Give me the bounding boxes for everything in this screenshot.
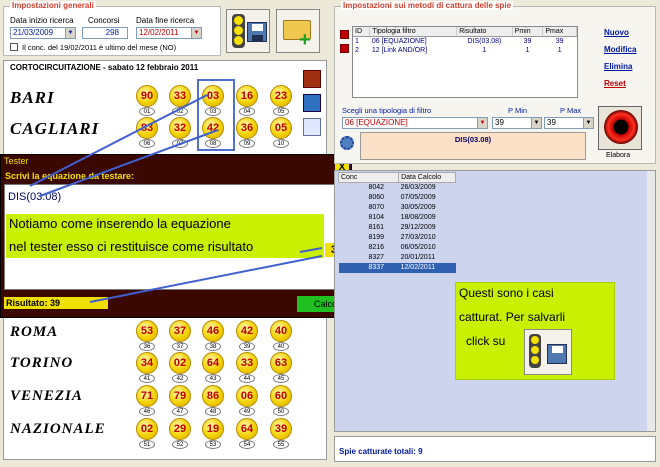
formula-box: DIS(03.08)	[360, 132, 586, 160]
table-row[interactable]: 1 06 [EQUAZIONE] DIS(03.08) 39 39	[353, 37, 577, 47]
table-cell: 07/05/2009	[400, 194, 436, 201]
column-header[interactable]: Pmax	[542, 27, 577, 37]
chevron-down-icon[interactable]: ▼	[583, 118, 593, 128]
table-row[interactable]: 2 12 [Link AND/OR] 1 1 1	[353, 46, 577, 55]
table-cell: 39	[523, 38, 532, 45]
table-cell: 8216	[368, 244, 385, 251]
gear-icon[interactable]	[340, 136, 354, 150]
captures-table: Conc Data Calcolo 8042 26/03/2009 8060 07/05/…	[337, 172, 456, 273]
pmin-label: P Min	[508, 106, 528, 115]
column-header[interactable]: Pmin	[512, 27, 544, 37]
elabora-button[interactable]	[598, 106, 642, 150]
table-row[interactable]: 8337 12/02/2011	[338, 263, 456, 273]
save-icon-illustration	[524, 329, 572, 375]
captures-total: Spie catturate totali: 9	[339, 447, 423, 456]
captures-note: Questi sono i casi catturat. Per salvarl…	[455, 282, 615, 380]
filter-label: Scegli una tipologia di filtro	[342, 106, 432, 115]
table-cell: 8327	[368, 254, 385, 261]
table-row[interactable]: 8161 29/12/2009	[339, 223, 456, 233]
table-cell: 30/05/2009	[400, 204, 436, 211]
table-cell: DIS(03.08)	[467, 38, 502, 45]
delete-button[interactable]: Elimina	[604, 62, 632, 71]
pmin-value: 39	[495, 118, 504, 127]
table-row[interactable]: 8327 20/01/2011	[339, 253, 456, 263]
remove-row-icon[interactable]	[340, 44, 349, 53]
table-row[interactable]: 8070 30/05/2009	[339, 203, 456, 213]
traffic-light-icon	[529, 334, 541, 368]
captures-note-line3: click su	[466, 334, 506, 348]
column-header[interactable]: Tipologia filtro	[369, 27, 458, 37]
table-cell: 8060	[368, 194, 385, 201]
table-row[interactable]: 8199 27/03/2010	[339, 233, 456, 243]
column-header[interactable]: Data Calcolo	[398, 172, 456, 183]
chevron-down-icon[interactable]: ▼	[477, 118, 487, 128]
new-button[interactable]: Nuovo	[604, 28, 629, 37]
pmax-label: P Max	[560, 106, 582, 115]
power-icon	[604, 110, 638, 144]
table-row[interactable]: 8104 18/08/2009	[339, 213, 456, 223]
table-cell: 1	[355, 38, 359, 45]
spy-settings-title: Impostazioni sui metodi di cattura delle…	[341, 1, 514, 10]
chevron-down-icon[interactable]: ▼	[531, 118, 541, 128]
column-header[interactable]: ID	[353, 27, 371, 37]
table-row[interactable]: 8216 06/05/2010	[339, 243, 456, 253]
scrollbar[interactable]	[647, 171, 655, 431]
table-cell: 20/01/2011	[400, 254, 436, 261]
table-header-row: ID Tipologia filtro Risultato Pmin Pmax	[353, 27, 577, 37]
column-header[interactable]: Risultato	[456, 27, 513, 37]
table-header-row: Conc Data Calcolo	[337, 172, 456, 183]
table-cell: 1	[525, 47, 530, 54]
floppy-disk-icon	[547, 344, 567, 364]
table-row[interactable]: 8060 07/05/2009	[339, 193, 456, 203]
column-header[interactable]: Conc	[337, 172, 400, 183]
table-cell: 1	[557, 47, 562, 54]
pmax-select[interactable]: 39 ▼	[544, 117, 594, 129]
elabora-label: Elabora	[606, 152, 631, 159]
add-row-icon[interactable]	[340, 30, 349, 39]
table-cell: 06/05/2010	[400, 244, 436, 251]
table-row[interactable]: 8042 26/03/2009	[339, 183, 456, 194]
table-cell: 8161	[368, 224, 385, 231]
table-cell: 1	[482, 47, 487, 54]
reset-button[interactable]: Reset	[604, 79, 626, 88]
table-cell: 8199	[368, 234, 385, 241]
table-cell: 29/12/2009	[400, 224, 436, 231]
table-cell: 2	[355, 47, 359, 54]
table-cell: 8337	[368, 264, 385, 271]
table-cell: 8104	[368, 214, 385, 221]
status-bar: Spie catturate totali: 9	[334, 436, 656, 462]
table-cell: 39	[555, 38, 564, 45]
captures-note-line1: Questi sono i casi	[459, 286, 554, 300]
pmin-select[interactable]: 39 ▼	[492, 117, 542, 129]
table-cell: 18/08/2009	[400, 214, 436, 221]
table-cell: 8042	[368, 184, 385, 191]
spy-filter-table: ID Tipologia filtro Risultato Pmin Pmax 1 06 […	[352, 26, 578, 98]
table-cell: 12/02/2011	[400, 264, 436, 271]
pmax-value: 39	[547, 118, 556, 127]
filter-select[interactable]: 06 [EQUAZIONE] ▼	[342, 117, 488, 129]
table-cell: 27/03/2010	[400, 234, 436, 241]
captures-note-line2: catturat. Per salvarli	[459, 310, 566, 324]
table-cell: 06 [EQUAZIONE]	[371, 38, 427, 45]
table-cell: 26/03/2009	[400, 184, 436, 191]
filter-select-value: 06 [EQUAZIONE]	[345, 118, 408, 127]
formula-text: DIS(03.08)	[454, 135, 492, 144]
table-cell: 12 [Link AND/OR]	[371, 47, 428, 54]
table-cell: 8070	[368, 204, 385, 211]
edit-button[interactable]: Modifica	[604, 45, 636, 54]
